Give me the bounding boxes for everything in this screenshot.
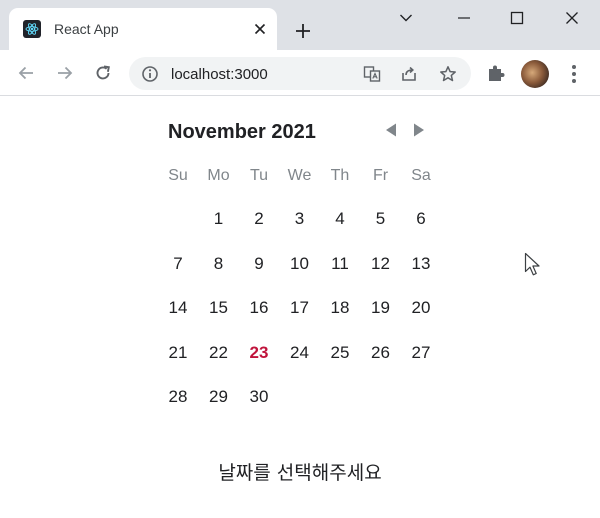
weekday-label: Sa [411,167,431,184]
weekday-label: Su [168,167,188,184]
puzzle-icon[interactable] [486,63,506,83]
calendar-day[interactable]: 14 [158,298,198,318]
browser-tab[interactable]: React App [9,8,277,50]
arrow-left-icon[interactable] [15,62,37,84]
close-icon[interactable] [252,21,268,37]
triangle-right-icon[interactable] [412,122,426,138]
calendar-day[interactable]: 3 [280,209,320,229]
weekday-label: Fr [372,167,389,184]
select-date-prompt: 날짜를 선택해주세요 [218,462,382,484]
calendar-day-today[interactable]: 23 [239,343,279,363]
avatar[interactable] [521,60,549,88]
plus-icon[interactable] [293,21,313,41]
calendar-day[interactable]: 8 [199,254,239,274]
calendar-day[interactable]: 19 [361,298,401,318]
react-logo-icon [23,20,41,38]
calendar-day[interactable]: 20 [401,298,441,318]
reload-icon[interactable] [92,62,114,84]
calendar-day[interactable]: 9 [239,254,279,274]
calendar-day[interactable]: 17 [280,298,320,318]
translate-icon[interactable] [363,65,381,83]
calendar-day[interactable]: 16 [239,298,279,318]
calendar-day[interactable]: 21 [158,343,198,363]
calendar-month-label: November 2021 [168,121,316,143]
calendar-day[interactable]: 2 [239,209,279,229]
maximize-icon[interactable] [505,6,529,30]
calendar-day[interactable]: 13 [401,254,441,274]
calendar-day[interactable]: 1 [199,209,239,229]
info-icon[interactable] [141,65,159,83]
mouse-cursor-icon [524,252,542,278]
weekday-label: Tu [249,167,269,184]
browser-toolbar: localhost:3000 [0,50,600,96]
kebab-menu-icon[interactable] [566,63,582,85]
calendar-day[interactable]: 28 [158,387,198,407]
calendar-day[interactable]: 4 [320,209,360,229]
weekday-label: Mo [207,167,230,184]
calendar-day[interactable]: 22 [199,343,239,363]
tab-strip: React App [0,0,600,50]
calendar-day[interactable]: 11 [320,254,360,274]
triangle-left-icon[interactable] [384,122,398,138]
arrow-right-icon[interactable] [54,62,76,84]
share-icon[interactable] [400,65,418,83]
weekday-header: Su Mo Tu We Th Fr Sa [158,167,442,187]
star-icon[interactable] [439,65,457,83]
calendar-day[interactable]: 26 [361,343,401,363]
minimize-icon[interactable] [452,6,476,30]
calendar-day[interactable]: 30 [239,387,279,407]
calendar-day[interactable]: 10 [280,254,320,274]
calendar-day[interactable]: 15 [199,298,239,318]
tab-title: React App [54,21,119,37]
calendar-day[interactable]: 7 [158,254,198,274]
weekday-label: We [287,167,312,184]
calendar-day[interactable]: 25 [320,343,360,363]
chevron-down-icon[interactable] [394,6,418,30]
calendar-day[interactable]: 12 [361,254,401,274]
calendar-day[interactable]: 24 [280,343,320,363]
url-text: localhost:3000 [171,66,268,83]
calendar-day[interactable]: 18 [320,298,360,318]
calendar-day[interactable]: 27 [401,343,441,363]
address-bar[interactable]: localhost:3000 [129,57,471,90]
calendar-day[interactable]: 5 [361,209,401,229]
window-close-icon[interactable] [560,6,584,30]
calendar-day[interactable]: 6 [401,209,441,229]
calendar-day[interactable]: 29 [199,387,239,407]
weekday-label: Th [330,167,350,184]
